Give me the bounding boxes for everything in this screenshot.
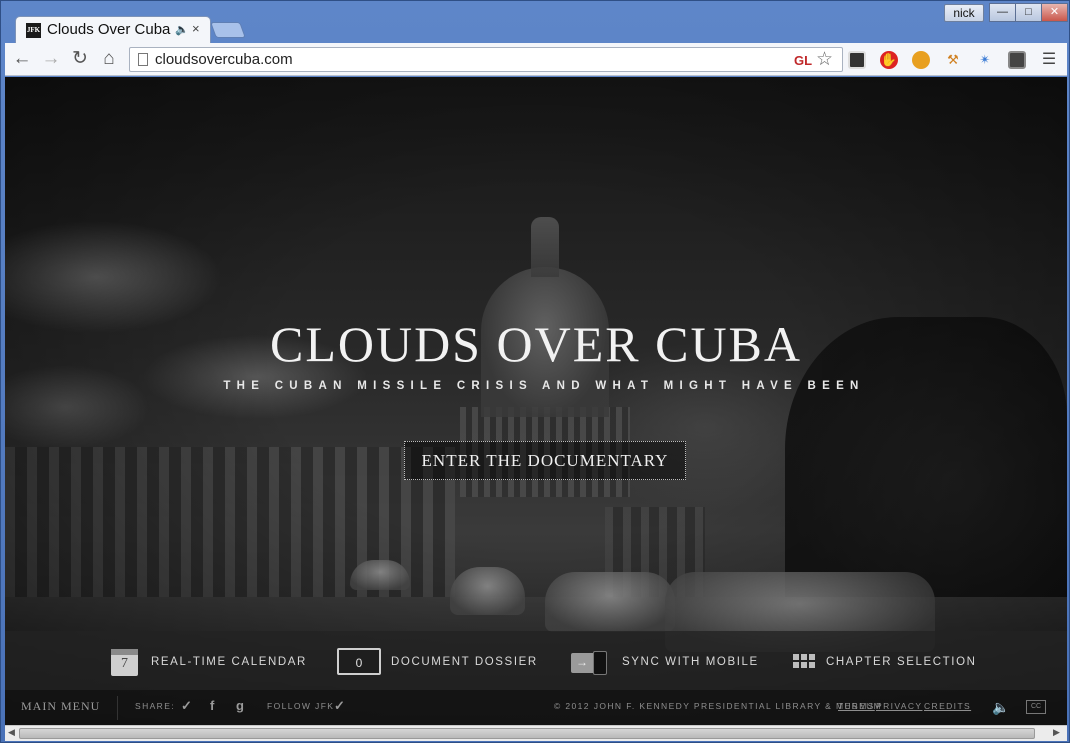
dossier-label[interactable]: DOCUMENT DOSSIER (391, 656, 538, 668)
page-icon (138, 53, 148, 66)
calendar-day: 7 (121, 656, 128, 671)
browser-toolbar: ← → ↻ ⌂ cloudsovercuba.com GL ☆ ✋ ⚒ ✴ ☰ (5, 43, 1067, 76)
new-tab-button[interactable] (210, 22, 246, 38)
footer-bar: MAIN MENU SHARE: ✓ f g FOLLOW JFK ✓ © 20… (5, 690, 1067, 725)
extension-panel-icon[interactable] (1008, 51, 1026, 69)
back-arrow-icon[interactable]: ← (11, 48, 33, 70)
url-text[interactable]: cloudsovercuba.com (155, 51, 293, 68)
footer-divider (117, 696, 118, 720)
home-icon[interactable]: ⌂ (98, 48, 120, 70)
address-bar[interactable]: cloudsovercuba.com GL ☆ (129, 47, 843, 72)
page-content: CLOUDS OVER CUBA THE CUBAN MISSILE CRISI… (5, 77, 1067, 725)
tab-strip: JFK Clouds Over Cuba 🔈 × nick — □ ✕ (1, 1, 1070, 43)
site-subtitle: THE CUBAN MISSILE CRISIS AND WHAT MIGHT … (223, 380, 865, 392)
profile-button[interactable]: nick (944, 4, 984, 22)
feature-bar: 7 REAL-TIME CALENDAR 0 DOCUMENT DOSSIER … (5, 631, 1067, 690)
tab-close-icon[interactable]: × (192, 21, 200, 36)
credits-link[interactable]: CREDITS (924, 701, 971, 711)
extension-network-icon[interactable]: ✴ (976, 51, 994, 69)
horizontal-scrollbar[interactable]: ◀ ▶ (5, 725, 1067, 741)
adblock-stop-icon[interactable]: ✋ (880, 51, 898, 69)
extension-black-white-icon[interactable] (848, 51, 866, 69)
calendar-icon: 7 (111, 649, 138, 676)
maximize-button[interactable]: □ (1015, 3, 1042, 22)
volume-icon[interactable]: 🔈 (992, 699, 1009, 716)
scrollbar-thumb[interactable] (19, 728, 1035, 739)
twitter-share-icon[interactable]: ✓ (181, 698, 192, 714)
vignette-overlay (5, 77, 1067, 725)
facebook-share-icon[interactable]: f (210, 698, 214, 713)
extension-tool-icon[interactable]: ⚒ (944, 51, 962, 69)
site-title: CLOUDS OVER CUBA (269, 316, 803, 372)
main-menu-button[interactable]: MAIN MENU (21, 699, 100, 714)
terms-link[interactable]: TERMS (838, 701, 875, 711)
share-label: SHARE: (135, 701, 176, 711)
privacy-link[interactable]: PRIVACY (876, 701, 923, 711)
enter-documentary-button[interactable]: ENTER THE DOCUMENTARY (404, 441, 686, 480)
scroll-left-arrow-icon[interactable]: ◀ (8, 727, 15, 738)
sync-mobile-icon: → (571, 651, 609, 675)
gl-extension-label[interactable]: GL (794, 53, 812, 68)
chapters-label[interactable]: CHAPTER SELECTION (826, 656, 977, 668)
sync-label[interactable]: SYNC WITH MOBILE (622, 656, 759, 668)
folder-icon: 0 (337, 648, 381, 675)
jfk-favicon-icon: JFK (26, 23, 41, 38)
audio-playing-icon: 🔈 (175, 24, 189, 36)
reload-icon[interactable]: ↻ (69, 48, 91, 70)
forward-arrow-icon[interactable]: → (40, 48, 62, 70)
bookmark-star-icon[interactable]: ☆ (816, 48, 833, 71)
chrome-menu-icon[interactable]: ☰ (1040, 51, 1058, 69)
grid-icon (793, 654, 815, 668)
copyright-text: © 2012 JOHN F. KENNEDY PRESIDENTIAL LIBR… (554, 701, 883, 711)
calendar-label[interactable]: REAL-TIME CALENDAR (151, 656, 307, 668)
browser-tab[interactable]: JFK Clouds Over Cuba 🔈 × (15, 16, 211, 43)
tab-title: Clouds Over Cuba (47, 21, 171, 38)
twitter-follow-icon[interactable]: ✓ (334, 698, 345, 714)
dossier-count: 0 (355, 656, 363, 670)
minimize-button[interactable]: — (989, 3, 1016, 22)
captions-icon[interactable]: CC (1026, 700, 1046, 714)
browser-window: JFK Clouds Over Cuba 🔈 × nick — □ ✕ ← → … (0, 0, 1070, 743)
scroll-right-arrow-icon[interactable]: ▶ (1053, 727, 1060, 738)
google-share-icon[interactable]: g (236, 698, 244, 713)
close-window-button[interactable]: ✕ (1041, 3, 1068, 22)
extension-orange-icon[interactable] (912, 51, 930, 69)
follow-label: FOLLOW JFK (267, 701, 335, 711)
